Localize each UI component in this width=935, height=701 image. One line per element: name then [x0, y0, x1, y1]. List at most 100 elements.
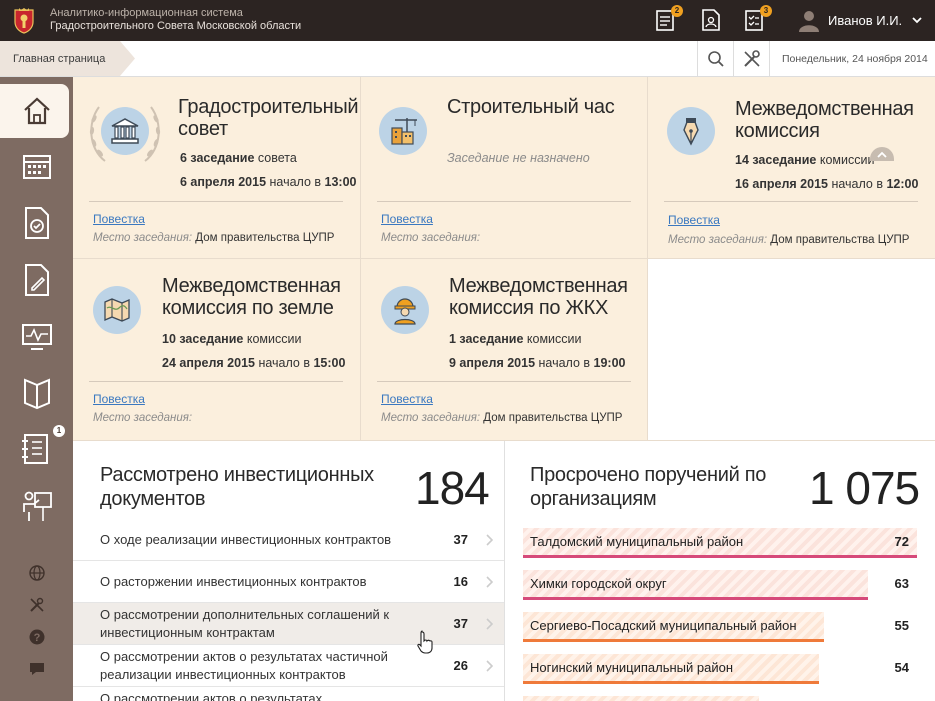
meeting-card[interactable]: Межведомственная комиссия по земле 10 за… [73, 259, 361, 441]
chevron-down-icon [912, 17, 922, 24]
meeting-status: Заседание не назначено [447, 151, 590, 165]
overdue-total: 1 075 [809, 462, 920, 514]
breadcrumb-bar: Главная страница Понедельник, 24 ноября … [0, 41, 935, 77]
card-title: Строительный час [447, 96, 615, 118]
overdue-bar [523, 696, 759, 701]
overdue-value: 63 [894, 576, 909, 591]
agenda-link[interactable]: Повестка [93, 212, 145, 226]
overdue-panel: Просрочено поручений по организациям 1 0… [505, 441, 935, 701]
row-label: О рассмотрении актов о результатах части… [100, 649, 388, 682]
empty-card-slot [648, 259, 935, 441]
overdue-row[interactable]: Сергиево-Посадский муниципальный район 55 [523, 612, 935, 642]
card-divider [89, 381, 343, 382]
settings-button[interactable] [733, 41, 769, 76]
card-divider [89, 201, 343, 202]
meeting-date: 6 апреля 2015 начало в 13:00 [180, 175, 357, 189]
book-icon[interactable] [17, 374, 57, 414]
table-row[interactable]: О ходе реализации инвестиционных контрак… [73, 519, 504, 561]
meeting-date: 16 апреля 2015 начало в 12:00 [735, 177, 919, 191]
meeting-number: 1 заседание комиссии [449, 332, 582, 346]
table-row[interactable]: О рассмотрении дополнительных соглашений… [73, 603, 504, 654]
overdue-label: Сергиево-Посадский муниципальный район [530, 618, 797, 633]
overdue-row[interactable]: Талдомский муниципальный район 72 [523, 528, 935, 558]
calendar-icon[interactable] [17, 146, 57, 186]
chat-icon[interactable] [27, 659, 47, 679]
person-document-icon[interactable] [700, 8, 722, 32]
overdue-label: Химки городской округ [530, 576, 667, 591]
document-edit-icon[interactable] [17, 260, 57, 300]
search-icon [707, 50, 724, 67]
row-label: О рассмотрении актов о результатах [100, 691, 323, 701]
overdue-title: Просрочено поручений по организациям [530, 464, 767, 510]
worker-icon [381, 286, 429, 334]
row-value: 37 [453, 532, 468, 547]
agenda-link[interactable]: Повестка [381, 212, 433, 226]
user-name: Иванов И.И. [828, 12, 903, 28]
overdue-row[interactable] [523, 696, 935, 701]
row-label: О рассмотрении дополнительных соглашений… [100, 607, 390, 640]
overdue-bar-underline [523, 555, 917, 558]
system-name-line1: Аналитико-информационная система [50, 7, 243, 19]
row-label: О ходе реализации инвестиционных контрак… [100, 532, 392, 547]
fountain-pen-icon [667, 107, 715, 155]
table-row[interactable]: О расторжении инвестиционных контрактов … [73, 561, 504, 603]
tasks-checklist-icon[interactable]: 1 [17, 425, 65, 469]
documents-icon[interactable]: 2 [655, 5, 683, 32]
chevron-right-icon [486, 534, 494, 546]
meeting-card[interactable]: Строительный час Заседание не назначено … [361, 77, 648, 259]
meeting-place: Место заседания: [381, 232, 481, 244]
meeting-date: 24 апреля 2015 начало в 15:00 [162, 356, 346, 370]
overdue-bar-underline [523, 639, 824, 642]
meeting-place: Место заседания: Дом правительства ЦУПР [93, 232, 335, 244]
card-divider [664, 201, 918, 202]
overdue-label: Ногинский муниципальный район [530, 660, 734, 675]
overdue-value: 54 [894, 660, 909, 675]
document-check-icon[interactable] [17, 203, 57, 243]
meetings-grid: Градостроительный совет 6 заседание сове… [73, 77, 935, 441]
agenda-link[interactable]: Повестка [381, 392, 433, 406]
card-title: Межведомственная комиссия [735, 98, 914, 142]
row-label: О расторжении инвестиционных контрактов [100, 574, 367, 589]
user-avatar-icon [799, 11, 819, 32]
overdue-row[interactable]: Ногинский муниципальный район 54 [523, 654, 935, 684]
agenda-link[interactable]: Повестка [668, 213, 720, 227]
meeting-place: Место заседания: Дом правительства ЦУПР [381, 412, 623, 424]
scroll-up-button[interactable] [870, 147, 894, 161]
monitor-chart-icon[interactable] [17, 317, 57, 357]
chevron-right-icon [486, 576, 494, 588]
chevron-right-icon [486, 618, 494, 630]
meeting-card[interactable]: Межведомственная комиссия 14 заседание к… [648, 77, 935, 259]
card-title: Межведомственная комиссия по земле [162, 275, 341, 319]
meeting-card[interactable]: Градостроительный совет 6 заседание сове… [73, 77, 361, 259]
sidebar: 1 ? [0, 77, 73, 701]
tasks-badge: 1 [53, 425, 65, 437]
overdue-value: 72 [894, 534, 909, 549]
home-icon[interactable] [17, 91, 57, 131]
agenda-link[interactable]: Повестка [93, 392, 145, 406]
card-title: Межведомственная комиссия по ЖКХ [449, 275, 628, 319]
system-name-line2: Градостроительного Совета Московской обл… [50, 20, 302, 32]
overdue-value: 55 [894, 618, 909, 633]
meeting-card[interactable]: Межведомственная комиссия по ЖКХ 1 засед… [361, 259, 648, 441]
row-value: 16 [453, 574, 468, 589]
checklist-icon[interactable]: 3 [744, 5, 772, 32]
meeting-number: 14 заседание комиссии [735, 153, 875, 167]
tools-icon[interactable] [27, 595, 47, 615]
tools-icon [743, 49, 760, 67]
search-button[interactable] [697, 41, 733, 76]
courthouse-icon [101, 107, 149, 155]
user-menu[interactable]: Иванов И.И. [798, 8, 922, 32]
construction-icon [379, 107, 427, 155]
meeting-place: Место заседания: [93, 412, 193, 424]
presentation-icon[interactable] [17, 487, 57, 527]
overdue-bar-underline [523, 597, 868, 600]
svg-text:?: ? [34, 632, 41, 644]
table-row[interactable]: О рассмотрении актов о результатах части… [73, 645, 504, 687]
help-icon[interactable]: ? [27, 627, 47, 647]
overdue-row[interactable]: Химки городской округ 63 [523, 570, 935, 600]
coat-of-arms-logo [14, 8, 34, 34]
table-row[interactable]: О рассмотрении актов о результатах [73, 687, 504, 701]
breadcrumb-home[interactable]: Главная страница [0, 41, 135, 76]
globe-icon[interactable] [27, 563, 47, 583]
chevron-right-icon [486, 660, 494, 672]
